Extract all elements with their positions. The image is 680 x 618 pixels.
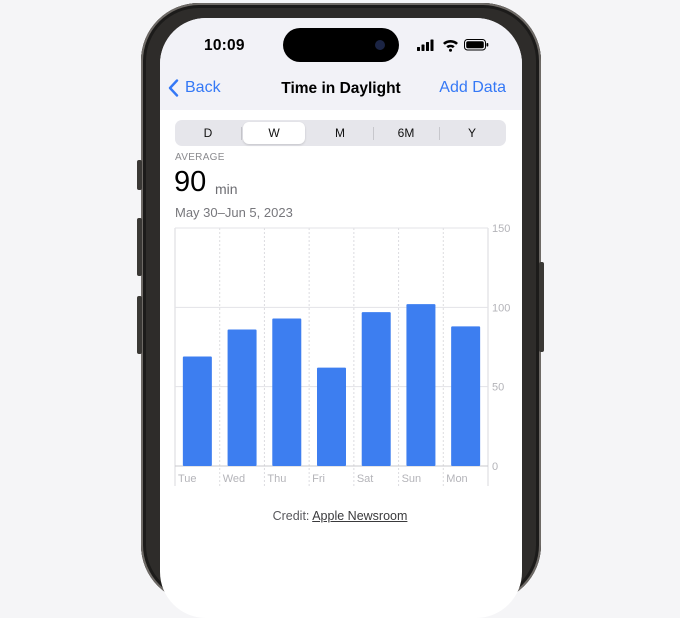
chart-xtick-label: Sun [402,473,422,485]
chart-ytick-label: 150 [492,223,510,235]
chart-xtick-label: Mon [446,473,467,485]
credit-prefix: Credit: [272,509,310,523]
chart-ytick-label: 0 [492,461,498,473]
image-credit: Credit: Apple Newsroom [0,509,680,523]
chart-xtick-label: Tue [178,473,197,485]
chart-bar [406,304,436,466]
daylight-bar-chart: 0 50 100 150 Tue Wed Thu Fri Sat Sun Mon [174,223,510,486]
chart-ytick-label: 100 [492,302,510,314]
chart-xtick-label: Fri [312,473,325,485]
volume-up-button [137,218,142,276]
chart-bar [227,329,257,466]
chart-ytick-label: 50 [492,382,504,394]
chart-xtick-label: Sat [357,473,374,485]
credit-link[interactable]: Apple Newsroom [312,509,407,523]
chart-bar [361,312,391,466]
volume-down-button [137,296,142,354]
chart-bar [182,356,212,466]
action-button [137,160,142,190]
phone-screen: 10:09 Back Time in Daylight Add Data D W… [160,18,522,618]
chart-xtick-label: Wed [223,473,245,485]
chart-bar [451,326,481,466]
chart-bar [272,318,302,466]
chart-bar [317,367,346,466]
power-button [539,262,544,352]
chart-xtick-label: Thu [267,473,286,485]
